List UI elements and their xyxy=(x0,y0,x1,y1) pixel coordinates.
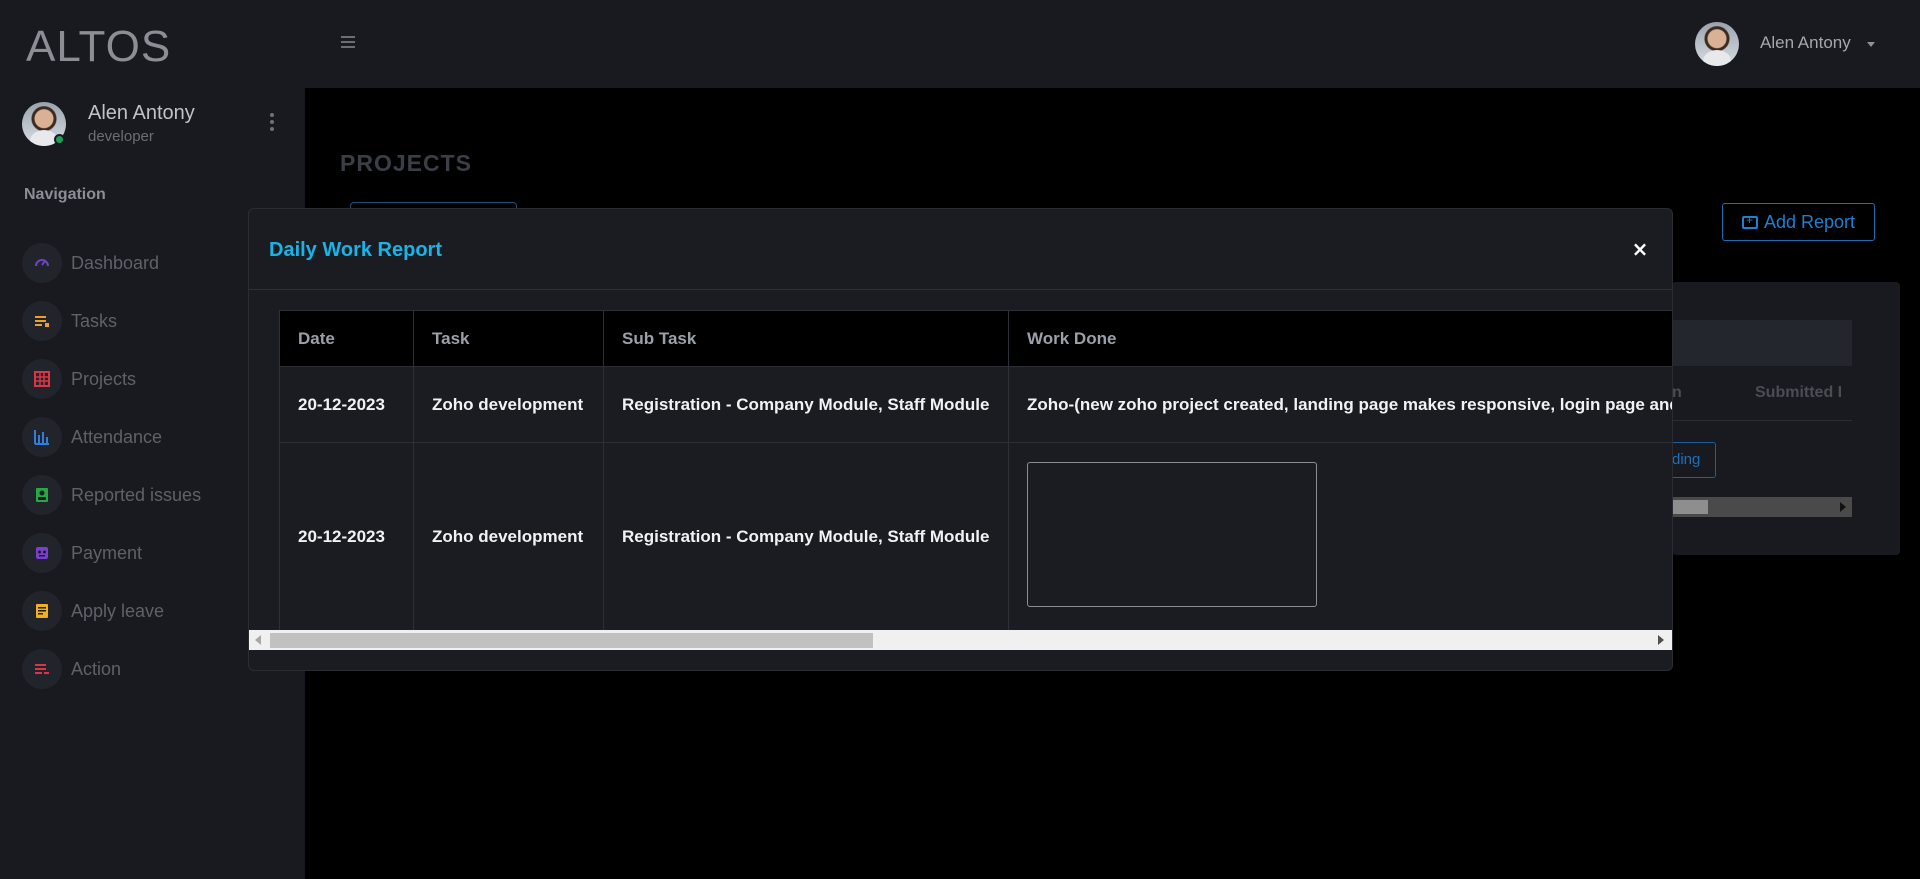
report-table: Date Task Sub Task Work Done 20-12-2023 … xyxy=(279,310,1672,630)
online-status-icon xyxy=(54,134,65,145)
table-row: 20-12-2023 Zoho development Registration… xyxy=(279,366,1672,443)
scroll-left-icon[interactable] xyxy=(255,635,261,645)
cell-task: Zoho development xyxy=(413,366,604,443)
horizontal-scrollbar[interactable] xyxy=(249,630,1672,650)
cell-subtask: Registration - Company Module, Staff Mod… xyxy=(603,366,1009,443)
modal-header: Daily Work Report × xyxy=(249,209,1672,290)
cell-subtask: Registration - Company Module, Staff Mod… xyxy=(603,442,1009,630)
column-header-subtask: Sub Task xyxy=(603,310,1009,367)
scrollbar-thumb[interactable] xyxy=(270,633,873,648)
daily-work-report-modal: Daily Work Report × Date Task Sub Task W… xyxy=(248,208,1673,671)
cell-work-done: Zoho-(new zoho project created, landing … xyxy=(1008,366,1672,443)
cell-date: 20-12-2023 xyxy=(279,366,414,443)
column-header-work-done: Work Done xyxy=(1008,310,1672,367)
table-header-row: Date Task Sub Task Work Done xyxy=(279,310,1672,367)
close-icon[interactable]: × xyxy=(1628,237,1652,261)
column-header-date: Date xyxy=(279,310,414,367)
scroll-right-icon[interactable] xyxy=(1658,635,1664,645)
work-done-textarea[interactable] xyxy=(1027,461,1317,607)
report-table-container: Date Task Sub Task Work Done 20-12-2023 … xyxy=(279,310,1672,630)
cell-date: 20-12-2023 xyxy=(279,442,414,630)
app-root: ALTOS Alen Antony developer Navigation D… xyxy=(0,0,1920,879)
modal-title: Daily Work Report xyxy=(269,239,442,261)
cell-task: Zoho development xyxy=(413,442,604,630)
table-row: 20-12-2023 Zoho development Registration… xyxy=(279,442,1672,630)
column-header-task: Task xyxy=(413,310,604,367)
cell-work-done-input xyxy=(1008,442,1672,630)
